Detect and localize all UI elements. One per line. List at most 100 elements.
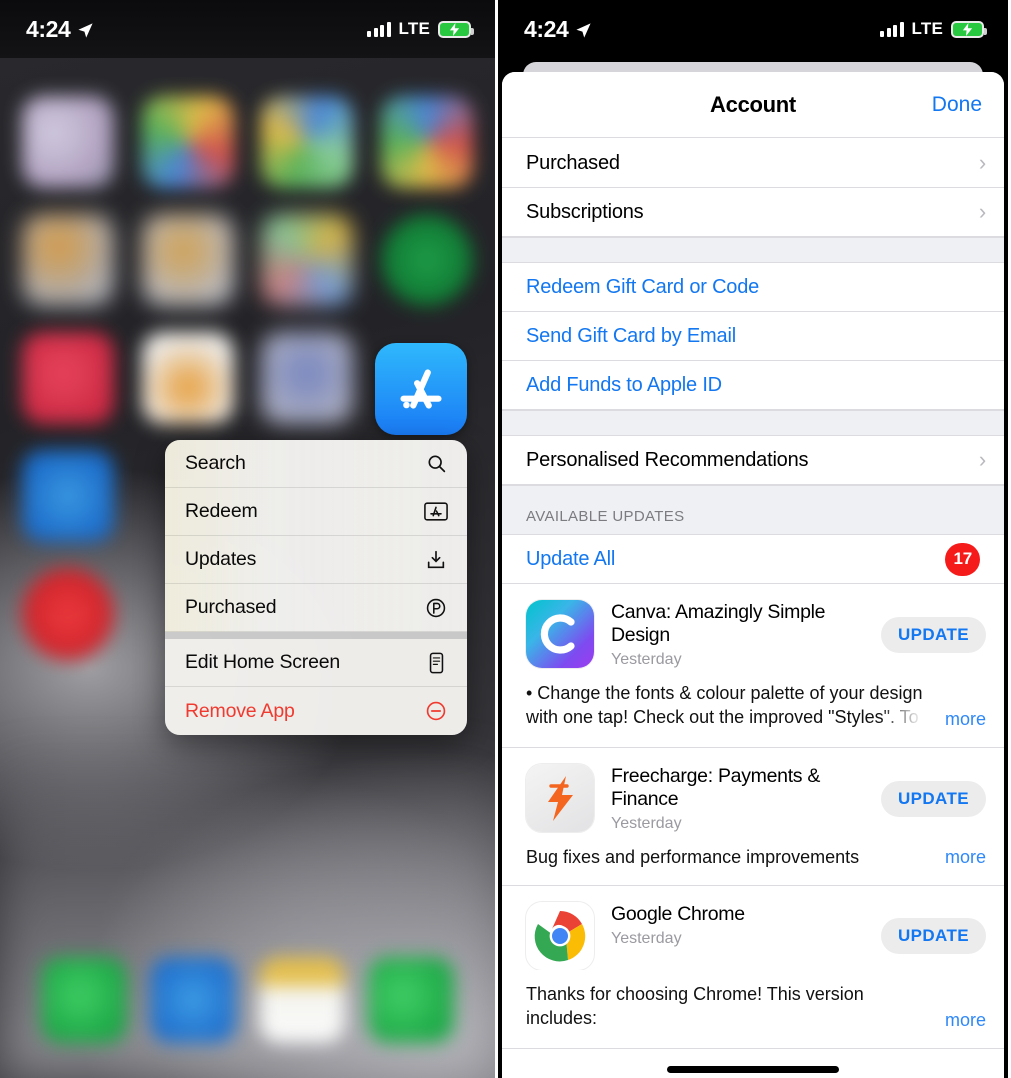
app-row-1 (22, 96, 473, 188)
app-date: Yesterday (611, 651, 682, 668)
signal-bars-icon (367, 21, 391, 37)
update-all-row[interactable]: Update All 17 (502, 535, 1004, 584)
app-meta: Google Chrome Yesterday (611, 902, 864, 970)
page-title: Account (710, 91, 796, 117)
status-bar-left-group: 4:24 (524, 16, 592, 43)
app-description-block: • Change the fonts & colour palette of y… (502, 669, 1004, 748)
update-button[interactable]: UPDATE (880, 616, 986, 653)
row-label: Purchased (526, 151, 620, 174)
app-row-2 (22, 214, 473, 306)
home-indicator (667, 1066, 839, 1073)
carrier-label: LTE (398, 19, 430, 38)
row-label: Redeem Gift Card or Code (526, 275, 760, 298)
app-description: Thanks for choosing Chrome! This version… (526, 983, 864, 1033)
app-name: Google Chrome (611, 902, 745, 925)
screenshot-stage: 4:24 LTE Search Redeem Updates Purchased… (0, 0, 1011, 1078)
circled-p-icon (424, 596, 448, 620)
update-button[interactable]: UPDATE (880, 780, 986, 817)
context-menu-item-remove-app[interactable]: Remove App (165, 687, 467, 735)
app-context-menu[interactable]: Search Redeem Updates Purchased Edit Hom… (165, 440, 467, 735)
app-icon-blurred (141, 96, 234, 188)
app-icon-blurred (261, 214, 354, 306)
app-date: Yesterday (611, 815, 682, 832)
app-description: • Change the fonts & colour palette of y… (526, 682, 937, 732)
context-menu-item-updates[interactable]: Updates (165, 536, 467, 584)
update-list-item[interactable]: Google Chrome Yesterday UPDATE (502, 885, 1004, 970)
freecharge-icon (526, 764, 594, 832)
home-screen-dock (0, 948, 495, 1052)
chrome-icon (526, 901, 594, 970)
status-time: 4:24 (26, 15, 71, 42)
magnifier-icon (424, 452, 448, 476)
location-arrow-icon (78, 22, 94, 38)
row-label: Add Funds to Apple ID (526, 373, 722, 396)
context-menu-label: Purchased (185, 596, 277, 618)
phone-edit-icon (424, 651, 448, 675)
account-modal-sheet: Account Done Purchased › Subscriptions ›… (502, 72, 1004, 1078)
app-name: Canva: Amazingly Simple Design (611, 601, 826, 646)
dock-icon-browser (150, 957, 237, 1043)
context-menu-label: Search (185, 452, 246, 474)
status-bar-right-group: LTE (880, 19, 987, 39)
app-icon-blurred (141, 214, 234, 306)
chevron-right-icon: › (978, 199, 986, 224)
right-phone-app-store-account: 4:24 LTE Account Done Purchased › Subscr… (498, 0, 1008, 1078)
update-list-item[interactable]: Freecharge: Payments & Finance Yesterday… (502, 748, 1004, 833)
section-gap (502, 237, 1004, 263)
app-description: Bug fixes and performance improvements (526, 847, 860, 867)
available-updates-header: AVAILABLE UPDATES (502, 485, 1004, 535)
charging-bolt-icon (449, 22, 460, 36)
app-icon-blurred (380, 214, 473, 306)
battery-charging-icon (438, 20, 474, 38)
done-button[interactable]: Done (932, 93, 982, 117)
lightning-bolt-icon (548, 776, 573, 821)
more-link[interactable]: more (945, 1009, 986, 1033)
status-time: 4:24 (524, 15, 569, 42)
context-menu-label: Edit Home Screen (185, 651, 341, 673)
canva-c-glyph-icon (540, 614, 575, 654)
add-funds-row[interactable]: Add Funds to Apple ID (502, 361, 1004, 410)
context-menu-label: Redeem (185, 500, 258, 522)
context-menu-separator (165, 632, 467, 639)
row-label: Update All (526, 547, 616, 570)
account-scroll-area[interactable]: Purchased › Subscriptions › Redeem Gift … (502, 139, 1004, 1078)
context-menu-label: Remove App (185, 699, 295, 722)
app-date: Yesterday (611, 929, 682, 947)
redeem-gift-card-row[interactable]: Redeem Gift Card or Code (502, 263, 1004, 312)
context-menu-item-edit-home-screen[interactable]: Edit Home Screen (165, 639, 467, 687)
context-menu-item-purchased[interactable]: Purchased (165, 584, 467, 632)
update-list-item[interactable]: Canva: Amazingly Simple Design Yesterday… (502, 584, 1004, 669)
app-description-block: Thanks for choosing Chrome! This version… (502, 969, 1004, 1049)
context-menu-item-search[interactable]: Search (165, 440, 467, 488)
status-bar-right: 4:24 LTE (498, 0, 1008, 58)
location-arrow-icon (576, 22, 592, 38)
carrier-label: LTE (911, 19, 943, 38)
app-store-glyph-icon (400, 369, 442, 409)
canva-icon (526, 600, 594, 668)
context-menu-item-redeem[interactable]: Redeem (165, 488, 467, 536)
app-icon-blurred (380, 96, 473, 188)
app-name: Freecharge: Payments & Finance (611, 765, 821, 810)
account-row-subscriptions[interactable]: Subscriptions › (502, 188, 1004, 237)
update-button[interactable]: UPDATE (880, 917, 986, 954)
app-icon-blurred (22, 568, 114, 660)
row-label: Send Gift Card by Email (526, 324, 736, 347)
app-icon-blurred (22, 214, 114, 306)
send-gift-card-row[interactable]: Send Gift Card by Email (502, 312, 1004, 361)
sheet-header: Account Done (502, 72, 1004, 138)
row-label: Subscriptions (526, 200, 644, 223)
app-icon-blurred (261, 96, 354, 188)
more-link[interactable]: more (945, 846, 986, 870)
minus-circle-icon (424, 699, 448, 723)
battery-charging-icon (951, 20, 987, 38)
personalised-recommendations-row[interactable]: Personalised Recommendations › (502, 436, 1004, 485)
app-meta: Freecharge: Payments & Finance Yesterday (611, 764, 864, 833)
status-badge: 17 (945, 542, 980, 576)
left-phone-home-screen: 4:24 LTE Search Redeem Updates Purchased… (0, 0, 498, 1078)
app-icon-blurred (22, 96, 114, 188)
app-icon-blurred (22, 450, 114, 542)
app-store-icon[interactable] (375, 343, 467, 435)
more-link[interactable]: more (945, 708, 986, 732)
app-icon-blurred (261, 332, 354, 424)
account-row-purchased[interactable]: Purchased › (502, 139, 1004, 188)
